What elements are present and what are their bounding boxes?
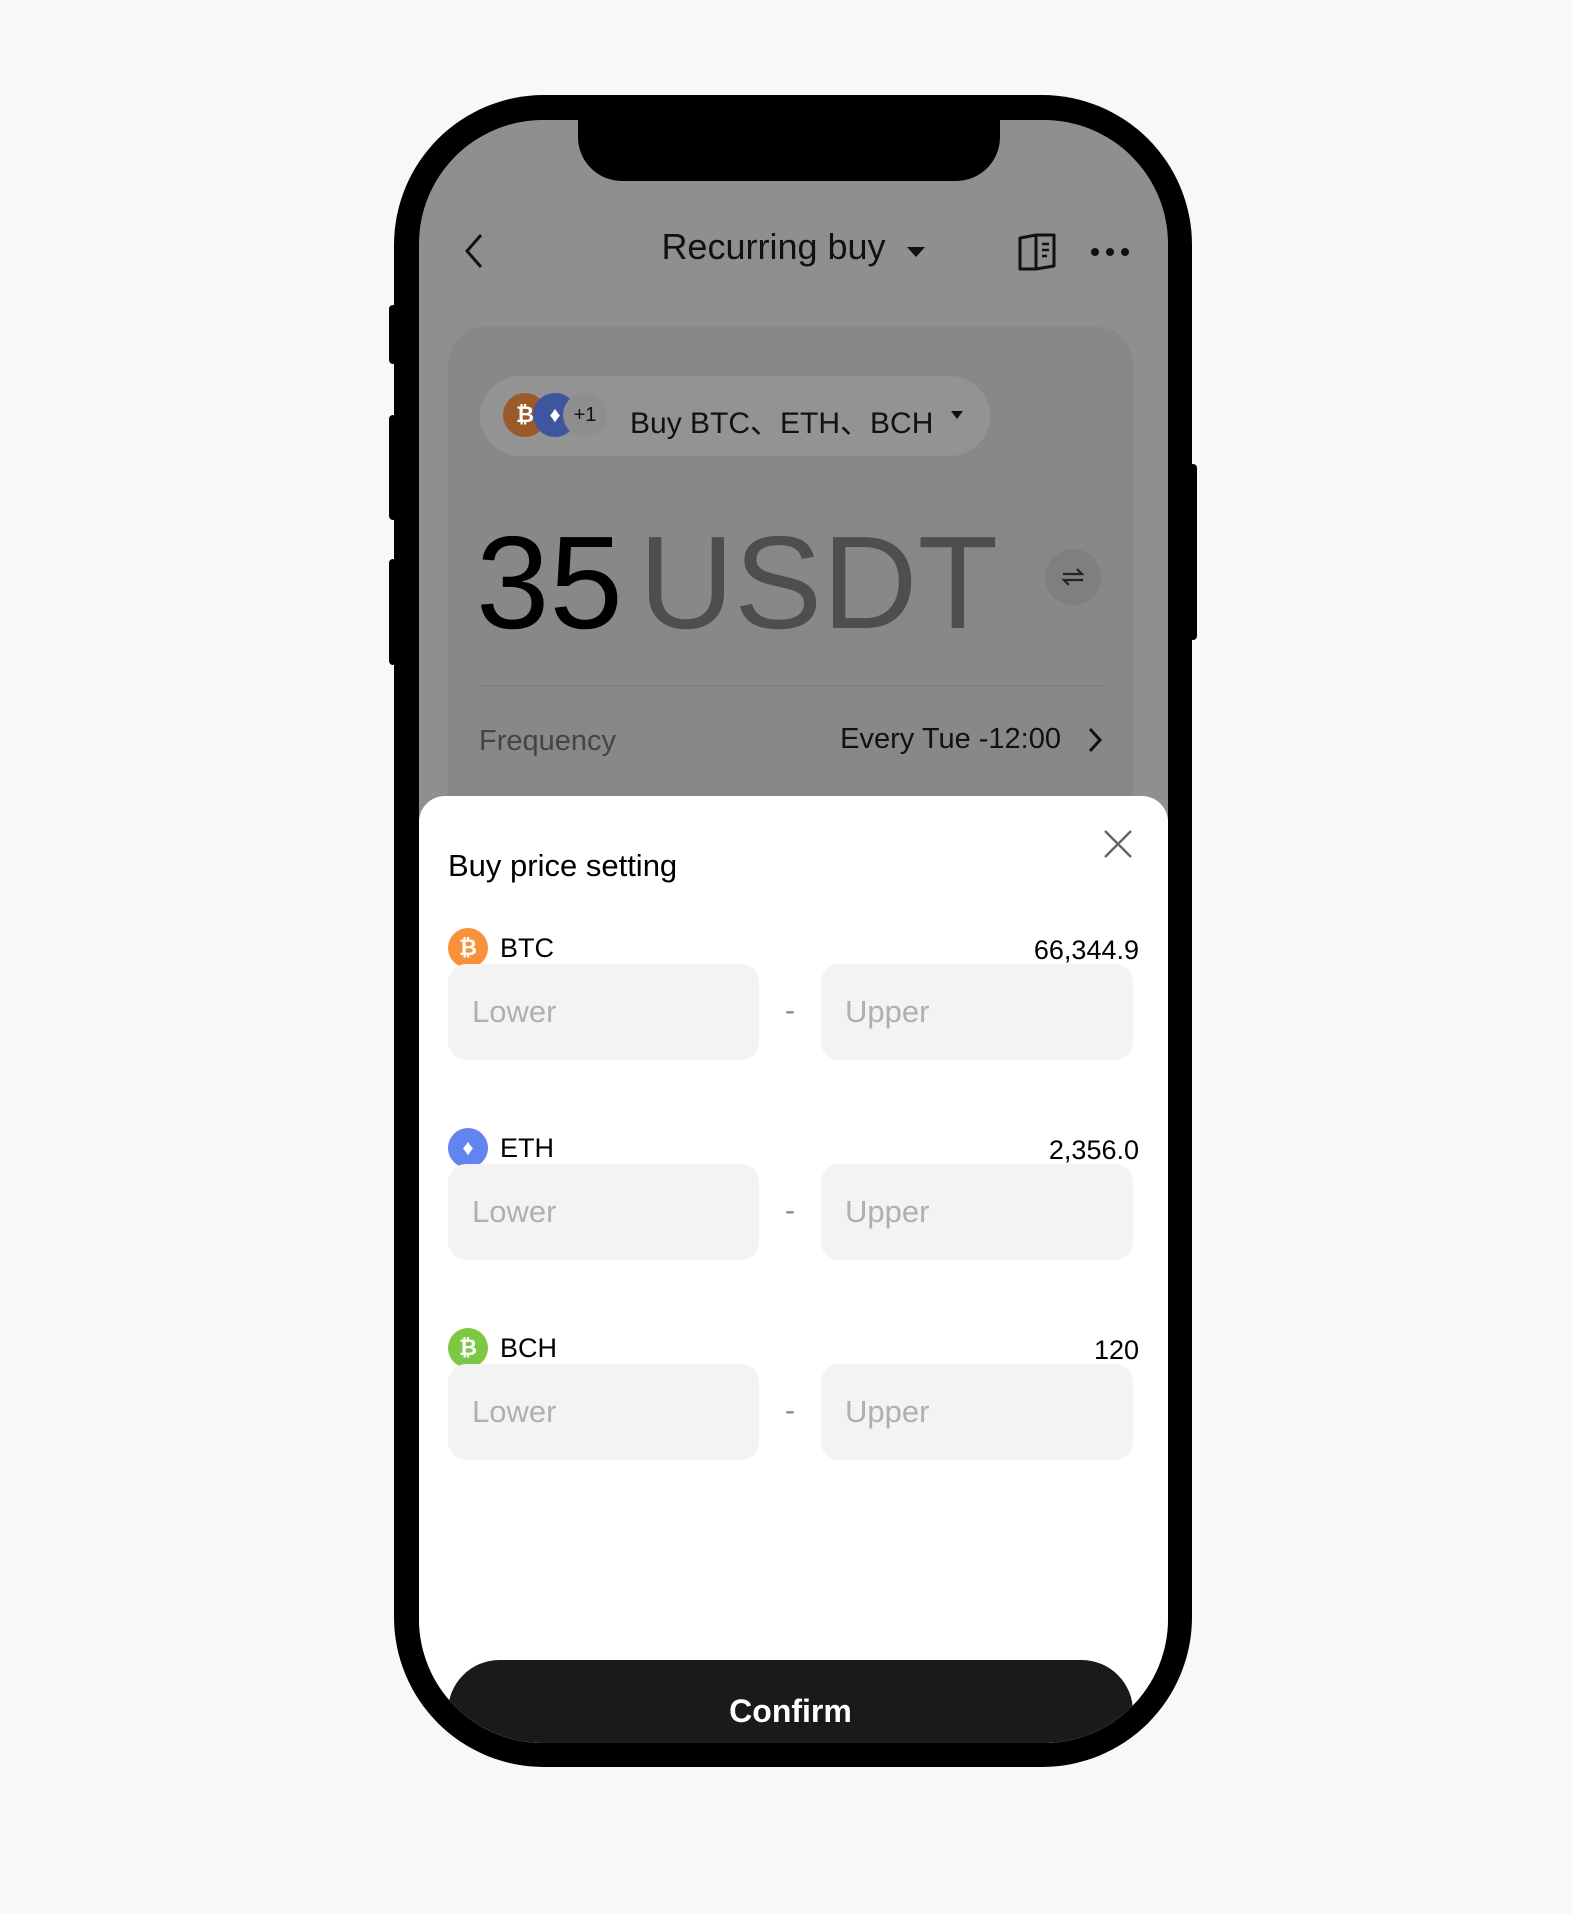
coin-row-btc: ₿ BTC (448, 928, 554, 968)
sheet-title: Buy price setting (448, 848, 678, 883)
amount-value: 35 (476, 509, 623, 656)
upper-price-input[interactable]: Upper (821, 964, 1133, 1060)
amount-currency: USDT (638, 509, 999, 656)
lower-price-input[interactable]: Lower (448, 964, 759, 1060)
coin-price: 120 (1093, 1335, 1139, 1365)
caret-down-icon (906, 247, 925, 257)
range-separator: - (785, 1394, 795, 1427)
coin-symbol: BTC (500, 932, 554, 963)
phone-side-button (389, 305, 397, 364)
bch-icon: ₿ (448, 1328, 488, 1368)
guide-button[interactable] (1017, 232, 1057, 277)
upper-price-input[interactable]: Upper (821, 1164, 1133, 1260)
more-dots-icon (1091, 248, 1129, 256)
phone-side-button (1189, 464, 1197, 640)
frequency-label: Frequency (479, 725, 617, 757)
range-separator: - (785, 994, 795, 1027)
buy-price-setting-sheet: Buy price setting ₿ BTC 66,344.9 Lower -… (419, 796, 1168, 1743)
phone-side-button (389, 559, 397, 665)
coin-row-eth: ♦ ETH (448, 1128, 554, 1168)
title-text: Recurring buy (661, 226, 886, 267)
coin-price: 66,344.9 (1033, 935, 1139, 965)
upper-placeholder: Upper (845, 994, 930, 1029)
swap-icon (1061, 568, 1085, 586)
phone-screen: Recurring buy ₿ ♦ +1 Buy BTC、ETH、BCH 35 U… (419, 120, 1168, 1743)
phone-side-button (389, 415, 397, 520)
amount-display[interactable]: 35 USDT (476, 517, 998, 649)
coin-row-bch: ₿ BCH (448, 1328, 557, 1368)
lower-placeholder: Lower (472, 1194, 557, 1229)
coin-selector[interactable]: ₿ ♦ +1 Buy BTC、ETH、BCH (480, 376, 990, 456)
close-button[interactable] (1102, 828, 1134, 865)
lower-placeholder: Lower (472, 994, 557, 1029)
frequency-selector[interactable]: Every Tue -12:00 (840, 723, 1103, 756)
swap-currency-button[interactable] (1045, 549, 1101, 605)
frequency-value: Every Tue -12:00 (840, 723, 1061, 755)
chevron-right-icon (1088, 727, 1103, 752)
coin-symbol: ETH (500, 1132, 554, 1163)
recurring-buy-card: ₿ ♦ +1 Buy BTC、ETH、BCH 35 USDT Frequency … (448, 327, 1133, 847)
caret-down-icon (951, 411, 963, 419)
book-icon (1018, 233, 1056, 271)
range-separator: - (785, 1194, 795, 1227)
coin-selector-label: Buy BTC、ETH、BCH (630, 407, 934, 440)
lower-placeholder: Lower (472, 1394, 557, 1429)
upper-placeholder: Upper (845, 1394, 930, 1429)
coin-price: 2,356.0 (1048, 1135, 1139, 1165)
upper-placeholder: Upper (845, 1194, 930, 1229)
eth-icon: ♦ (448, 1128, 488, 1168)
notch (578, 120, 1000, 181)
close-icon (1104, 830, 1132, 858)
more-button[interactable] (1089, 238, 1131, 271)
lower-price-input[interactable]: Lower (448, 1164, 759, 1260)
divider (479, 685, 1104, 686)
lower-price-input[interactable]: Lower (448, 1364, 759, 1460)
btc-icon: ₿ (448, 928, 488, 968)
confirm-button[interactable]: Confirm (448, 1660, 1133, 1743)
extra-coins-badge: +1 (563, 393, 607, 437)
upper-price-input[interactable]: Upper (821, 1364, 1133, 1460)
coin-symbol: BCH (500, 1332, 558, 1363)
